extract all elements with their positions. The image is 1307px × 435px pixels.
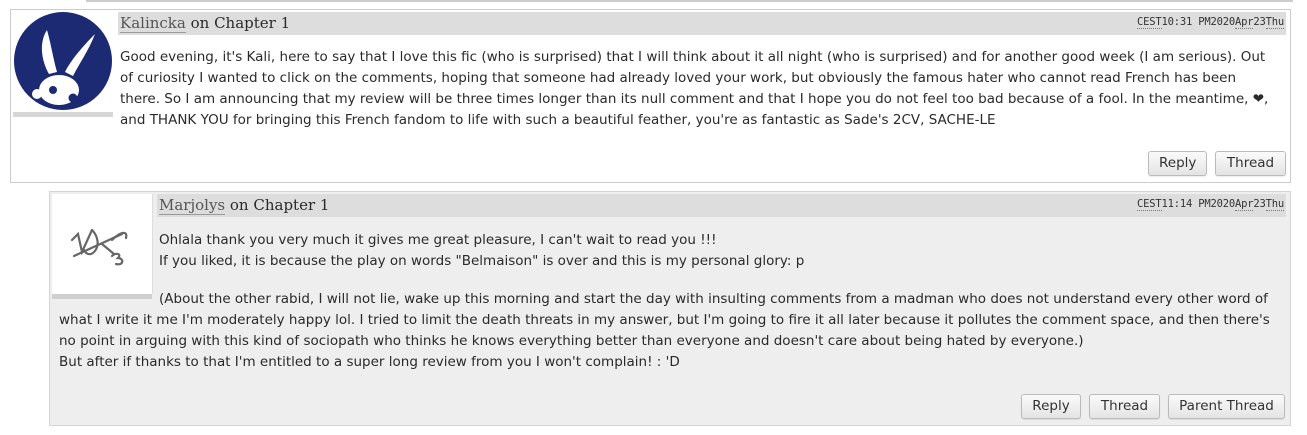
comment-byline: Kalincka on Chapter 1 CEST10:31 PM2020Ap… — [118, 12, 1286, 35]
day: 23 — [1253, 198, 1266, 210]
comment-body-main: (About the other rabid, I will not lie, … — [59, 289, 1281, 373]
chapter-ref: on Chapter 1 — [190, 14, 291, 32]
comment-timestamp: CEST10:31 PM2020Apr23Thu — [1137, 16, 1284, 29]
top-divider — [86, 0, 1293, 2]
thread-button[interactable]: Thread — [1215, 151, 1286, 176]
month: Apr — [1235, 198, 1254, 211]
chapter-ref: on Chapter 1 — [229, 196, 330, 214]
parent-thread-button[interactable]: Parent Thread — [1168, 394, 1285, 419]
signature-sketch-icon — [70, 228, 128, 266]
comment-kalincka: Kalincka on Chapter 1 CEST10:31 PM2020Ap… — [10, 9, 1291, 183]
reply-button[interactable]: Reply — [1021, 394, 1081, 419]
body-paragraph: (About the other rabid, I will not lie, … — [59, 291, 1270, 349]
timezone: CEST — [1137, 16, 1162, 29]
day: 23 — [1253, 16, 1266, 28]
author-link[interactable]: Marjolys — [159, 196, 226, 215]
comment-marjolys: Marjolys on Chapter 1 CEST11:14 PM2020Ap… — [49, 191, 1291, 426]
author-link[interactable]: Kalincka — [120, 14, 186, 33]
month: Apr — [1235, 16, 1254, 29]
body-line: If you liked, it is because the play on … — [159, 253, 805, 269]
comment-body-intro: Ohlala thank you very much it gives me g… — [159, 230, 1269, 272]
comment-heading: Kalincka on Chapter 1 — [120, 13, 290, 33]
year: 2020 — [1210, 198, 1236, 210]
body-line: Ohlala thank you very much it gives me g… — [159, 232, 717, 248]
reply-button[interactable]: Reply — [1148, 151, 1207, 176]
avatar-divider — [13, 112, 113, 117]
avatar[interactable] — [13, 12, 113, 112]
time: 11:14 PM — [1161, 198, 1211, 210]
thread-button[interactable]: Thread — [1089, 394, 1160, 419]
comment-byline: Marjolys on Chapter 1 CEST11:14 PM2020Ap… — [157, 194, 1286, 217]
year: 2020 — [1210, 16, 1236, 28]
avatar[interactable] — [52, 194, 153, 294]
comment-heading: Marjolys on Chapter 1 — [159, 195, 329, 215]
comment-timestamp: CEST11:14 PM2020Apr23Thu — [1137, 198, 1284, 211]
body-line: But after if thanks to that I'm entitled… — [59, 354, 680, 370]
comment-body: Good evening, it's Kali, here to say tha… — [120, 49, 1269, 128]
time: 10:31 PM — [1161, 16, 1211, 28]
weekday: Thu — [1265, 16, 1284, 29]
white-bunny-icon — [14, 12, 112, 110]
weekday: Thu — [1265, 198, 1284, 211]
timezone: CEST — [1137, 198, 1162, 211]
